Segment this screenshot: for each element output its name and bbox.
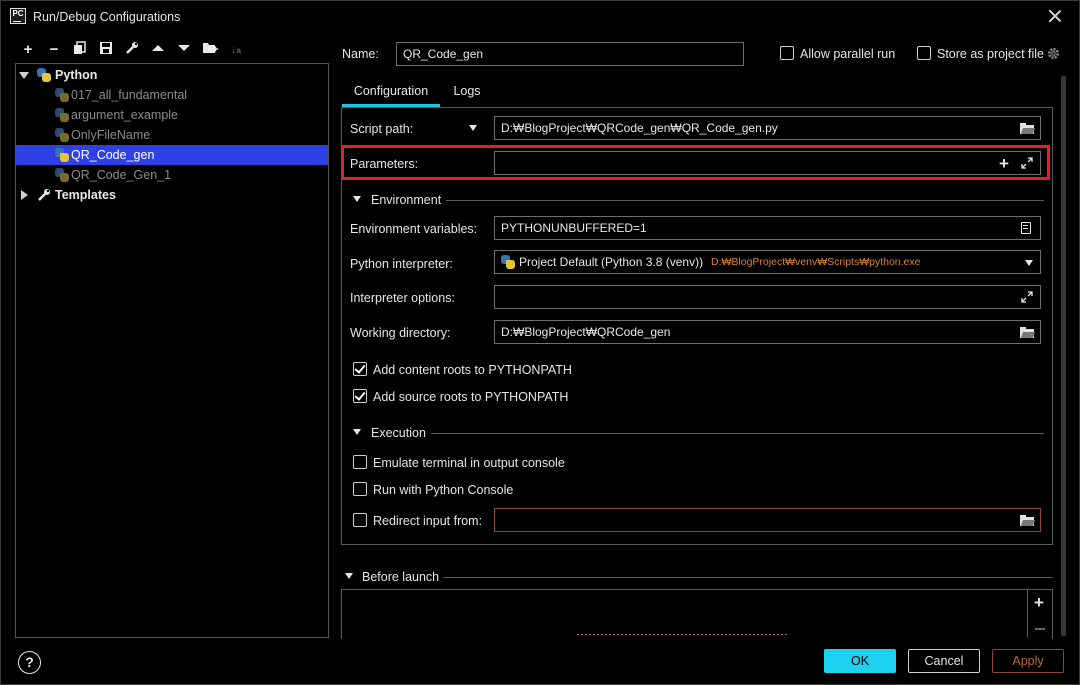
remove-task-icon[interactable] bbox=[1035, 628, 1045, 630]
wrench-icon bbox=[38, 189, 50, 201]
ok-button[interactable]: OK bbox=[824, 649, 896, 673]
gear-icon[interactable] bbox=[1047, 47, 1060, 60]
store-project-label: Store as project file bbox=[937, 47, 1044, 61]
sort-icon[interactable]: ↓a bbox=[227, 41, 245, 59]
interpreter-options-input[interactable] bbox=[494, 285, 1041, 309]
tree-item-templates[interactable]: Templates bbox=[16, 185, 328, 205]
chevron-down-icon[interactable] bbox=[1025, 260, 1033, 266]
tree-label: QR_Code_Gen_1 bbox=[71, 168, 172, 182]
allow-parallel-checkbox[interactable] bbox=[780, 46, 794, 60]
name-label: Name: bbox=[342, 47, 379, 61]
apply-button[interactable]: Apply bbox=[992, 649, 1064, 673]
content-roots-label: Add content roots to PYTHONPATH bbox=[373, 363, 572, 377]
window-title: Run/Debug Configurations bbox=[33, 10, 181, 24]
copy-icon[interactable] bbox=[71, 41, 89, 59]
help-button[interactable]: ? bbox=[18, 651, 41, 674]
expand-arrow-icon[interactable] bbox=[19, 72, 29, 79]
interpreter-value: Project Default (Python 3.8 (venv)) bbox=[519, 255, 704, 269]
script-path-input[interactable]: D:₩BlogProject₩QRCode_gen₩QR_Code_gen.py bbox=[494, 116, 1041, 140]
remove-icon[interactable]: − bbox=[45, 41, 63, 59]
collapse-arrow-icon[interactable] bbox=[21, 190, 28, 200]
tree-label-python: Python bbox=[55, 68, 98, 82]
execution-section-title: Execution bbox=[371, 426, 426, 440]
content-roots-checkbox[interactable] bbox=[353, 362, 367, 376]
working-dir-input[interactable]: D:₩BlogProject₩QRCode_gen bbox=[494, 320, 1041, 344]
interpreter-path: D:₩BlogProject₩venv₩Scripts₩python.exe bbox=[711, 256, 921, 268]
save-icon[interactable] bbox=[97, 41, 115, 59]
interpreter-options-label: Interpreter options: bbox=[350, 291, 455, 305]
before-launch-collapse-icon[interactable] bbox=[345, 573, 353, 579]
tree-item-python[interactable]: Python bbox=[16, 65, 328, 85]
tree-label: 017_all_fundamental bbox=[71, 88, 188, 102]
section-divider bbox=[446, 200, 1044, 201]
before-launch-section-title: Before launch bbox=[362, 570, 440, 584]
new-folder-icon[interactable] bbox=[201, 41, 219, 59]
tree-label: QR_Code_gen bbox=[71, 148, 155, 162]
python-config-icon bbox=[55, 148, 69, 162]
section-divider bbox=[443, 577, 1053, 578]
store-project-checkbox[interactable] bbox=[917, 46, 931, 60]
expand-icon[interactable] bbox=[1021, 291, 1033, 303]
interpreter-select[interactable]: Project Default (Python 3.8 (venv)) D:₩B… bbox=[494, 250, 1041, 274]
python-icon bbox=[501, 255, 515, 269]
folder-icon[interactable] bbox=[1020, 515, 1036, 526]
emulate-terminal-label: Emulate terminal in output console bbox=[373, 456, 565, 470]
python-config-icon bbox=[55, 88, 69, 102]
title-bar: PC Run/Debug Configurations bbox=[1, 1, 1079, 33]
edit-env-icon[interactable] bbox=[1021, 222, 1031, 234]
python-console-checkbox[interactable] bbox=[353, 482, 367, 496]
redirect-input-checkbox[interactable] bbox=[353, 513, 367, 527]
before-launch-toolbar-divider bbox=[1027, 590, 1028, 638]
tree-label-templates: Templates bbox=[55, 188, 116, 202]
before-launch-list bbox=[341, 589, 1053, 639]
cancel-button[interactable]: Cancel bbox=[908, 649, 980, 673]
section-divider bbox=[431, 433, 1044, 434]
pycharm-app-icon: PC bbox=[10, 8, 26, 24]
tree-label: OnlyFileName bbox=[71, 128, 151, 142]
environment-section-title: Environment bbox=[371, 193, 442, 207]
folder-icon[interactable] bbox=[1020, 327, 1036, 338]
source-roots-label: Add source roots to PYTHONPATH bbox=[373, 390, 569, 404]
name-input[interactable]: QR_Code_gen bbox=[396, 42, 744, 66]
app-icon-text: PC bbox=[12, 9, 24, 18]
tab-logs[interactable]: Logs bbox=[444, 79, 490, 107]
script-path-label: Script path: bbox=[350, 122, 414, 136]
redirect-input-label: Redirect input from: bbox=[373, 514, 483, 528]
python-icon bbox=[37, 68, 51, 82]
wrench-icon[interactable] bbox=[123, 41, 141, 59]
env-vars-input[interactable]: PYTHONUNBUFFERED=1 bbox=[494, 216, 1041, 240]
interpreter-label: Python interpreter: bbox=[350, 257, 453, 271]
tree-item-config[interactable]: QR_Code_Gen_1 bbox=[16, 165, 328, 185]
python-config-icon bbox=[55, 108, 69, 122]
env-vars-label: Environment variables: bbox=[350, 222, 478, 236]
configuration-tree: Python 017_all_fundamental argument_exam… bbox=[15, 63, 329, 638]
move-down-icon[interactable] bbox=[175, 41, 193, 59]
tree-item-config[interactable]: 017_all_fundamental bbox=[16, 85, 328, 105]
python-config-icon bbox=[55, 128, 69, 142]
tab-configuration[interactable]: Configuration bbox=[342, 79, 440, 107]
script-type-dropdown-icon[interactable] bbox=[469, 125, 477, 131]
scrollbar[interactable] bbox=[1061, 76, 1066, 636]
source-roots-checkbox[interactable] bbox=[353, 389, 367, 403]
add-task-icon[interactable]: + bbox=[1034, 593, 1044, 613]
tree-item-config[interactable]: OnlyFileName bbox=[16, 125, 328, 145]
allow-parallel-label: Allow parallel run bbox=[800, 47, 896, 61]
add-icon[interactable]: + bbox=[19, 41, 37, 59]
redirect-input-field[interactable] bbox=[494, 508, 1041, 532]
emulate-terminal-checkbox[interactable] bbox=[353, 455, 367, 469]
tree-item-config-selected[interactable]: QR_Code_gen bbox=[16, 145, 328, 165]
parameters-highlight bbox=[341, 145, 1050, 180]
working-dir-label: Working directory: bbox=[350, 326, 451, 340]
folder-icon[interactable] bbox=[1020, 123, 1036, 134]
execution-collapse-icon[interactable] bbox=[353, 429, 361, 435]
tree-label: argument_example bbox=[71, 108, 179, 122]
python-config-icon bbox=[55, 168, 69, 182]
python-console-label: Run with Python Console bbox=[373, 483, 514, 497]
tree-item-config[interactable]: argument_example bbox=[16, 105, 328, 125]
close-icon[interactable] bbox=[1047, 8, 1063, 24]
empty-list-hint-fragment bbox=[577, 634, 787, 638]
run-debug-dialog: PC Run/Debug Configurations + − ↓a Pytho… bbox=[0, 0, 1080, 685]
environment-collapse-icon[interactable] bbox=[353, 196, 361, 202]
move-up-icon[interactable] bbox=[149, 41, 167, 59]
